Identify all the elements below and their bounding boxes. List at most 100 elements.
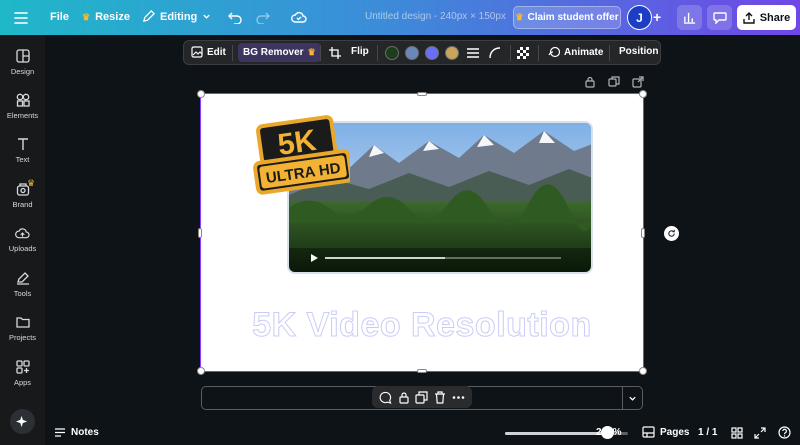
bottom-bar: Notes 299% Pages 1 / 1: [45, 421, 800, 445]
flip-label: Flip: [351, 46, 369, 57]
animate-button[interactable]: Animate: [548, 46, 603, 58]
position-label: Position: [619, 46, 659, 57]
badge-5k-text: 5K: [276, 124, 319, 162]
claim-label: Claim student offer: [527, 12, 619, 23]
toolbar-divider: [377, 45, 378, 61]
zoom-level[interactable]: 299%: [596, 427, 622, 438]
rotate-icon: [668, 229, 675, 237]
resize-handle[interactable]: [197, 90, 205, 98]
color-swatch[interactable]: [445, 46, 459, 60]
grid-view-icon[interactable]: [731, 427, 743, 439]
toolbar-divider: [232, 45, 233, 61]
fullscreen-icon[interactable]: [754, 427, 766, 439]
animate-icon: [548, 46, 560, 58]
color-swatch[interactable]: [425, 46, 439, 60]
resize-handle[interactable]: [198, 228, 202, 238]
avatar[interactable]: J: [627, 5, 652, 30]
more-options-icon[interactable]: [452, 391, 465, 404]
resize-button[interactable]: ♛ Resize: [82, 11, 130, 23]
color-swatch[interactable]: [385, 46, 399, 60]
comment-icon: [712, 12, 727, 24]
5k-ultra-hd-badge[interactable]: 5K ULTRA HD: [252, 113, 354, 201]
add-page-icon[interactable]: [632, 76, 644, 88]
sidebar-item-label: Text: [15, 155, 30, 164]
sidebar: Design Elements Text ♛ Brand Uploads Too…: [0, 35, 45, 445]
bg-remover-label: BG Remover: [243, 47, 304, 58]
editing-mode-button[interactable]: Editing: [142, 10, 211, 23]
resize-handle[interactable]: [417, 369, 427, 373]
pages-icon: [642, 426, 655, 438]
sidebar-item-projects[interactable]: Projects: [0, 315, 45, 355]
sparkle-icon: [16, 415, 28, 428]
text-icon: [17, 138, 28, 150]
resize-handle[interactable]: [197, 367, 205, 375]
menu-icon[interactable]: [14, 11, 28, 24]
headline-text[interactable]: 5K Video Resolution: [201, 306, 643, 345]
comment-add-icon[interactable]: [379, 391, 392, 404]
pen-icon: [16, 272, 29, 285]
crop-icon[interactable]: [329, 47, 341, 59]
lock-icon[interactable]: [398, 391, 410, 404]
sidebar-item-design[interactable]: Design: [0, 49, 45, 89]
notes-label: Notes: [71, 427, 99, 438]
animate-label: Animate: [564, 46, 604, 58]
resize-handle[interactable]: [417, 92, 427, 96]
image-edit-icon: [191, 46, 203, 58]
duplicate-page-icon[interactable]: [608, 76, 620, 88]
file-menu[interactable]: File: [50, 11, 69, 23]
flip-button[interactable]: Flip: [351, 46, 369, 57]
resize-handle[interactable]: [639, 90, 647, 98]
sidebar-item-label: Uploads: [8, 244, 37, 253]
share-label: Share: [759, 11, 791, 24]
sidebar-item-text[interactable]: Text: [0, 137, 45, 177]
lock-icon[interactable]: [584, 76, 596, 88]
claim-student-offer-button[interactable]: ♛ Claim student offer: [513, 6, 621, 29]
chevron-down-icon: [203, 14, 210, 19]
duplicate-icon[interactable]: [415, 390, 429, 404]
edit-image-button[interactable]: Edit: [191, 46, 226, 58]
invite-plus-icon[interactable]: +: [653, 10, 661, 24]
sidebar-item-elements[interactable]: Elements: [0, 93, 45, 133]
document-title[interactable]: Untitled design - 240px × 150px: [365, 11, 506, 22]
share-button[interactable]: Share: [737, 5, 796, 30]
page-actions: [584, 76, 644, 88]
insights-button[interactable]: [677, 5, 702, 30]
toolbar-divider: [538, 45, 539, 61]
position-button[interactable]: Position: [619, 46, 658, 57]
layout-icon: [15, 49, 30, 63]
file-label: File: [50, 11, 69, 23]
resize-label: Resize: [95, 11, 130, 23]
pages-label: Pages: [660, 426, 690, 438]
help-icon[interactable]: [778, 426, 791, 439]
transparency-icon[interactable]: [517, 47, 529, 59]
crown-icon: ♛: [27, 178, 36, 188]
chevron-down-icon: [629, 396, 636, 401]
sidebar-item-apps[interactable]: Apps: [0, 360, 45, 400]
corner-rounding-icon[interactable]: [489, 47, 501, 59]
notes-button[interactable]: Notes: [54, 427, 99, 438]
sidebar-item-brand[interactable]: ♛ Brand: [0, 178, 45, 222]
share-upload-icon: [743, 11, 755, 24]
rotate-handle[interactable]: [664, 226, 679, 241]
cloud-saved-icon[interactable]: [291, 10, 307, 24]
page-counter: 1 / 1: [698, 427, 718, 438]
notes-icon: [55, 428, 65, 437]
sidebar-item-tools[interactable]: Tools: [0, 271, 45, 311]
trash-icon[interactable]: [434, 390, 446, 404]
pages-button[interactable]: Pages: [642, 426, 689, 438]
comments-button[interactable]: [707, 5, 732, 30]
context-toolbar: Edit BG Remover ♛ Flip Animate Position: [183, 40, 661, 65]
resize-handle[interactable]: [639, 367, 647, 375]
color-swatch[interactable]: [405, 46, 419, 60]
apps-icon: [15, 360, 30, 374]
magic-assistant-button[interactable]: [10, 409, 35, 434]
crown-icon: ♛: [515, 12, 524, 22]
redo-icon[interactable]: [256, 10, 270, 24]
resize-handle[interactable]: [641, 228, 645, 238]
bg-remover-button[interactable]: BG Remover ♛: [238, 43, 321, 62]
border-style-icon[interactable]: [467, 47, 479, 59]
sidebar-item-uploads[interactable]: Uploads: [0, 226, 45, 266]
zoom-slider-fill: [505, 432, 608, 435]
expand-pages-button[interactable]: [622, 386, 643, 410]
undo-icon[interactable]: [228, 10, 242, 24]
